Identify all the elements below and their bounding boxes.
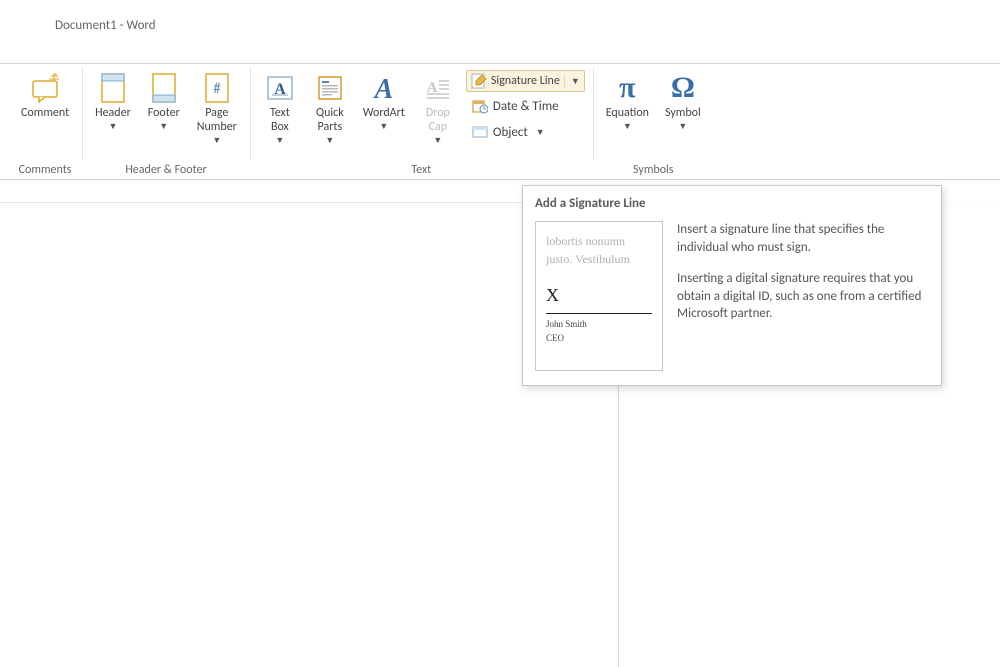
svg-text:A: A [373, 74, 394, 104]
footer-button[interactable]: Footer ▼ [140, 68, 188, 144]
symbol-icon: Ω [666, 71, 700, 105]
preview-signature-x: X [546, 282, 652, 309]
signature-line-split-button[interactable]: Signature Line ▼ [466, 70, 585, 92]
tooltip-preview: lobortis nonumn justo. Vestibulum X John… [535, 221, 663, 371]
tooltip-body: lobortis nonumn justo. Vestibulum X John… [535, 221, 929, 371]
chevron-down-icon: ▼ [623, 122, 632, 132]
equation-label: Equation [606, 107, 649, 121]
chevron-down-icon: ▼ [275, 136, 284, 146]
text-box-button[interactable]: A Text Box ▼ [256, 68, 304, 149]
symbol-label: Symbol [665, 107, 701, 121]
tooltip-title: Add a Signature Line [535, 196, 929, 211]
ribbon: Comment Comments Header ▼ [0, 64, 1000, 180]
wordart-button[interactable]: A WordArt ▼ [356, 68, 412, 144]
group-symbols-label: Symbols [599, 161, 708, 179]
tooltip-text: Insert a signature line that specifies t… [677, 221, 929, 371]
comment-label: Comment [21, 107, 69, 121]
date-time-label: Date & Time [493, 99, 559, 114]
symbol-button[interactable]: Ω Symbol ▼ [658, 68, 708, 144]
title-bar: Document1 - Word [0, 0, 1000, 50]
signature-line-tooltip: Add a Signature Line lobortis nonumn jus… [522, 185, 942, 386]
chevron-down-icon: ▼ [433, 136, 442, 146]
tooltip-paragraph-2: Inserting a digital signature requires t… [677, 270, 929, 323]
text-box-icon: A [263, 71, 297, 105]
quick-parts-button[interactable]: Quick Parts ▼ [306, 68, 354, 149]
chevron-down-icon: ▼ [379, 122, 388, 132]
quick-parts-label: Quick Parts [316, 107, 344, 135]
group-comments-label: Comments [14, 161, 76, 179]
wordart-icon: A [367, 71, 401, 105]
text-stack: Signature Line ▼ Date & Time [464, 68, 587, 146]
chevron-down-icon: ▼ [678, 122, 687, 132]
chevron-down-icon: ▼ [212, 136, 221, 146]
ribbon-top-border [0, 50, 1000, 64]
drop-cap-button[interactable]: A Drop Cap ▼ [414, 68, 462, 149]
group-header-footer-label: Header & Footer [88, 161, 244, 179]
object-button[interactable]: Object ▼ [466, 120, 585, 144]
drop-cap-label: Drop Cap [426, 107, 450, 135]
chevron-down-icon[interactable]: ▼ [564, 76, 580, 87]
group-comments: Comment Comments [8, 64, 82, 179]
chevron-down-icon: ▼ [325, 136, 334, 146]
window-title: Document1 - Word [55, 18, 156, 33]
page-number-icon: # [200, 71, 234, 105]
svg-text:#: # [213, 80, 221, 98]
comment-button[interactable]: Comment [14, 68, 76, 144]
object-label: Object [493, 125, 528, 140]
page-number-button[interactable]: # Page Number ▼ [190, 68, 244, 149]
chevron-down-icon: ▼ [159, 122, 168, 132]
object-icon [471, 123, 489, 141]
wordart-label: WordArt [363, 107, 405, 121]
footer-icon [147, 71, 181, 105]
group-header-footer: Header ▼ Footer ▼ # [82, 64, 250, 179]
comment-icon [28, 71, 62, 105]
date-time-button[interactable]: Date & Time [466, 94, 585, 118]
preview-signer-role: CEO [546, 332, 652, 346]
date-time-icon [471, 97, 489, 115]
drop-cap-icon: A [421, 71, 455, 105]
group-text: A Text Box ▼ [250, 64, 593, 179]
header-icon [96, 71, 130, 105]
header-button[interactable]: Header ▼ [88, 68, 138, 144]
group-text-label: Text [256, 161, 587, 179]
tooltip-paragraph-1: Insert a signature line that specifies t… [677, 221, 929, 256]
signature-line-icon [471, 73, 487, 89]
footer-label: Footer [148, 107, 180, 121]
preview-signature-line [546, 313, 652, 314]
text-box-label: Text Box [270, 107, 290, 135]
chevron-down-icon: ▼ [108, 122, 117, 132]
preview-signer-name: John Smith [546, 318, 652, 332]
header-label: Header [95, 107, 131, 121]
page-number-label: Page Number [197, 107, 237, 135]
equation-icon: π [610, 71, 644, 105]
chevron-down-icon: ▼ [536, 127, 545, 138]
group-symbols: π Equation ▼ Ω Symbol ▼ Symbols [593, 64, 714, 179]
quick-parts-icon [313, 71, 347, 105]
preview-lorem-1: lobortis nonumn [546, 232, 652, 250]
signature-line-label: Signature Line [491, 74, 560, 88]
preview-lorem-2: justo. Vestibulum [546, 250, 652, 268]
equation-button[interactable]: π Equation ▼ [599, 68, 656, 144]
